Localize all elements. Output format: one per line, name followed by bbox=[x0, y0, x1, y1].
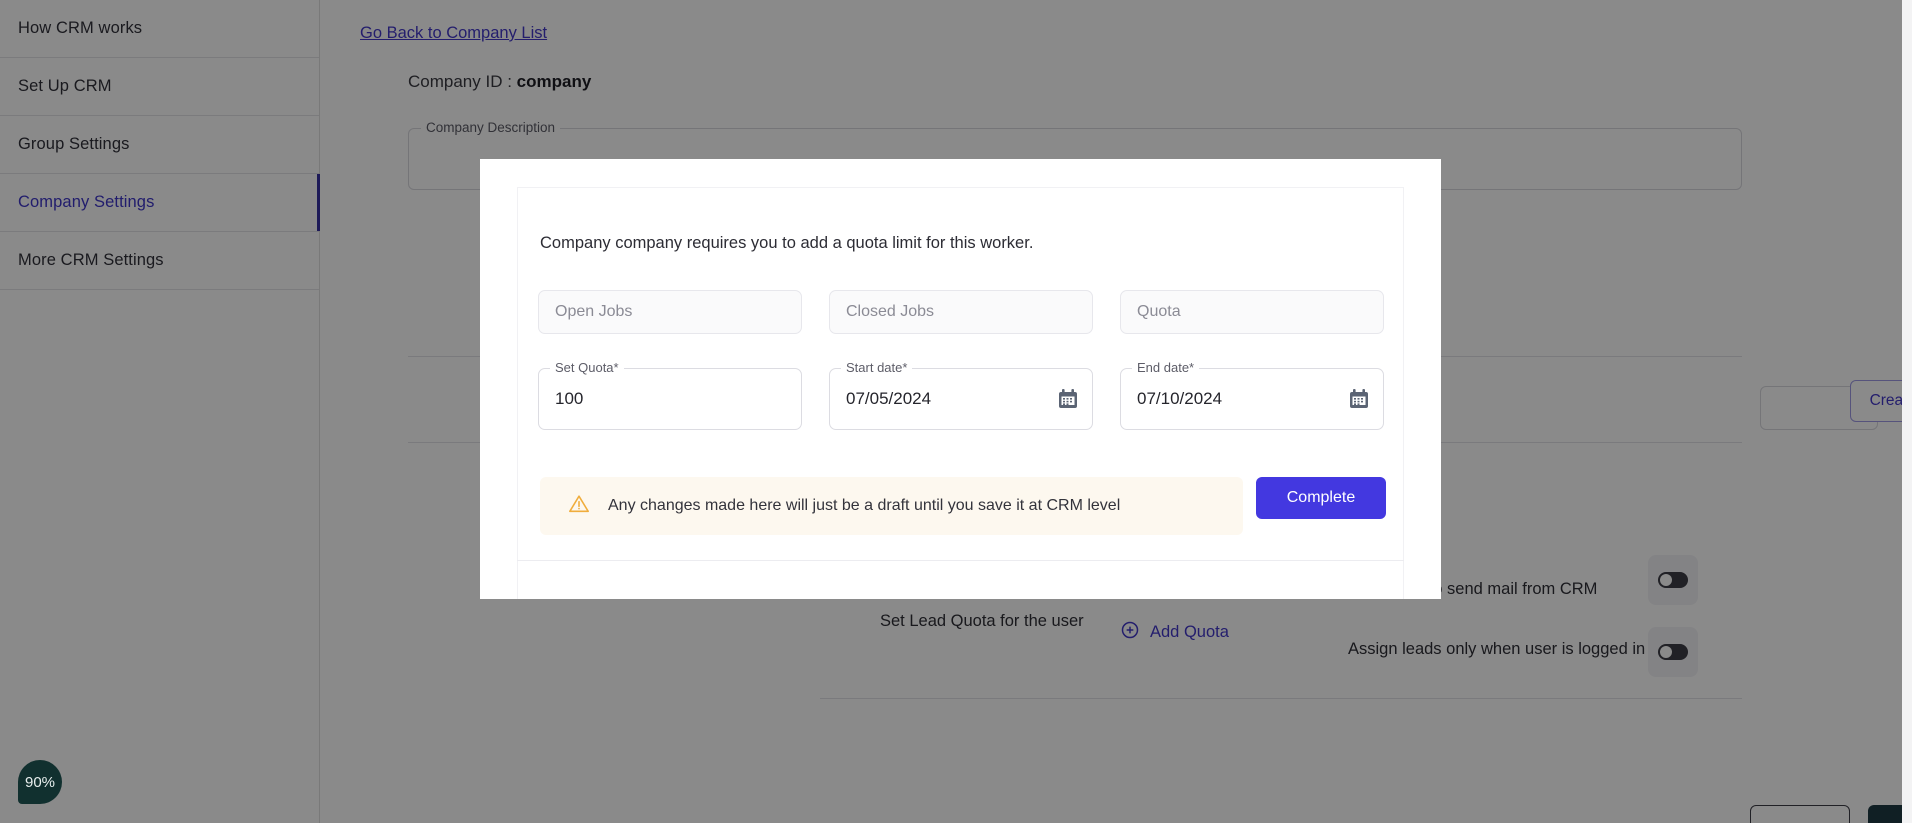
start-date-value: 07/05/2024 bbox=[846, 389, 932, 408]
page-scrollbar[interactable] bbox=[1902, 0, 1912, 823]
open-jobs-input[interactable]: Open Jobs bbox=[538, 290, 802, 334]
open-jobs-placeholder: Open Jobs bbox=[555, 303, 633, 320]
complete-button[interactable]: Complete bbox=[1256, 477, 1386, 519]
quota-input[interactable]: Quota bbox=[1120, 290, 1384, 334]
end-date-legend: End date* bbox=[1132, 360, 1200, 375]
zoom-level-badge[interactable]: 90% bbox=[18, 760, 62, 804]
set-quota-field[interactable]: Set Quota* 100 bbox=[538, 360, 802, 430]
closed-jobs-placeholder: Closed Jobs bbox=[846, 303, 935, 320]
calendar-icon[interactable] bbox=[1347, 387, 1371, 411]
modal-footer-divider bbox=[517, 560, 1404, 561]
end-date-value: 07/10/2024 bbox=[1137, 389, 1223, 408]
quota-placeholder: Quota bbox=[1137, 303, 1181, 320]
end-date-field[interactable]: End date* 07/10/2024 bbox=[1120, 360, 1384, 430]
start-date-field[interactable]: Start date* 07/05/2024 bbox=[829, 360, 1093, 430]
app-root: How CRM works Set Up CRM Group Settings … bbox=[0, 0, 1912, 823]
calendar-icon[interactable] bbox=[1056, 387, 1080, 411]
zoom-level-label: 90% bbox=[24, 773, 56, 791]
closed-jobs-input[interactable]: Closed Jobs bbox=[829, 290, 1093, 334]
set-quota-legend: Set Quota* bbox=[550, 360, 624, 375]
set-quota-value: 100 bbox=[555, 389, 584, 408]
start-date-legend: Start date* bbox=[841, 360, 913, 375]
